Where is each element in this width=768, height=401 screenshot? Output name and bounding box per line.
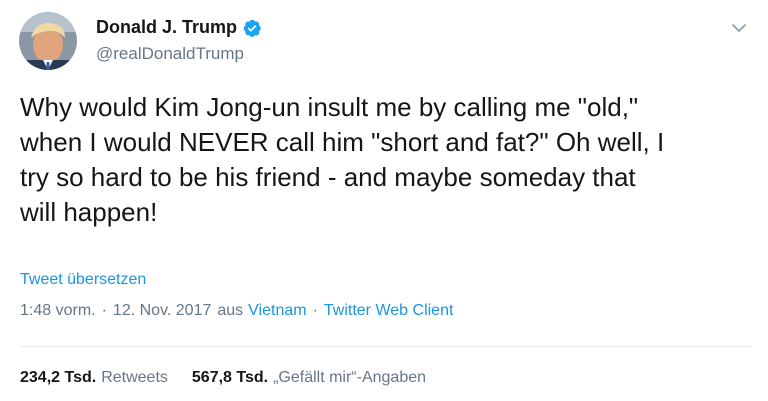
user-handle[interactable]: @realDonaldTrump — [96, 44, 244, 64]
tweet-card: Donald J. Trump @realDonaldTrump Why wou… — [0, 0, 768, 401]
tweet-text: Why would Kim Jong-un insult me by calli… — [20, 92, 665, 227]
meta-separator: · — [101, 302, 107, 319]
tweet-meta: 1:48 vorm. · 12. Nov. 2017 aus Vietnam ·… — [20, 302, 453, 320]
meta-separator: · — [312, 302, 318, 319]
location-link[interactable]: Vietnam — [248, 302, 306, 320]
tweet-date[interactable]: 12. Nov. 2017 — [113, 302, 211, 320]
likes-label: „Gefällt mir“-Angaben — [273, 369, 427, 386]
tweet-stats: 234,2 Tsd. Retweets 567,8 Tsd. „Gefällt … — [20, 369, 426, 387]
user-name-row[interactable]: Donald J. Trump — [96, 17, 262, 38]
retweets-label: Retweets — [101, 369, 168, 386]
likes-count: 567,8 Tsd. — [191, 369, 269, 386]
tweet-time[interactable]: 1:48 vorm. — [20, 302, 96, 320]
translate-tweet-link[interactable]: Tweet übersetzen — [20, 271, 146, 289]
verified-badge-icon — [242, 18, 262, 38]
avatar[interactable] — [19, 12, 77, 70]
chevron-down-icon[interactable] — [728, 17, 750, 39]
likes-stat[interactable]: 567,8 Tsd. „Gefällt mir“-Angaben — [192, 369, 426, 387]
client-link[interactable]: Twitter Web Client — [324, 302, 454, 320]
location-prefix: aus — [217, 302, 244, 319]
display-name[interactable]: Donald J. Trump — [96, 17, 237, 38]
retweets-count: 234,2 Tsd. — [20, 369, 97, 386]
divider — [20, 346, 752, 347]
avatar-image — [19, 12, 77, 70]
retweets-stat[interactable]: 234,2 Tsd. Retweets — [20, 369, 168, 387]
